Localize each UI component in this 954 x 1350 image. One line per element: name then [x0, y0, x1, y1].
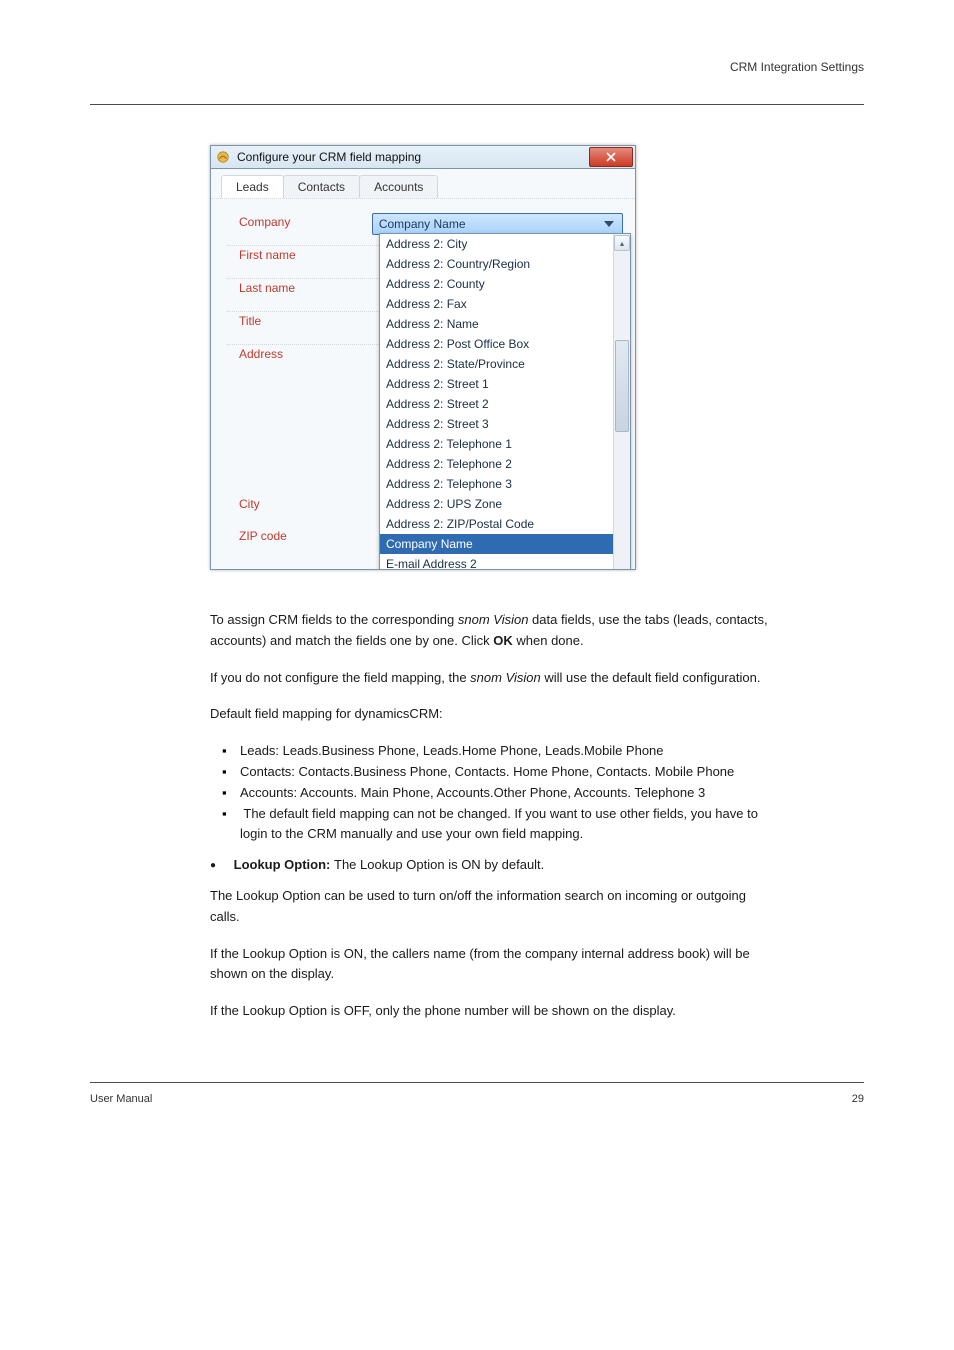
lookup-bullet: Lookup Option: The Lookup Option is ON b…	[210, 855, 770, 876]
dialog-body: Leads Contacts Accounts Company Company …	[210, 169, 636, 570]
doc-prose: To assign CRM fields to the correspondin…	[210, 610, 770, 1022]
dropdown-item[interactable]: Address 2: Name	[380, 314, 613, 334]
scroll-track	[615, 252, 629, 570]
company-combobox-value: Company Name	[379, 217, 466, 231]
dropdown-item[interactable]: Address 2: County	[380, 274, 613, 294]
text: The Lookup Option is ON by default.	[334, 857, 544, 872]
chevron-down-icon	[602, 217, 616, 231]
text: login to the CRM manually and use your o…	[226, 824, 583, 845]
dropdown-item[interactable]: Address 2: ZIP/Postal Code	[380, 514, 613, 534]
dropdown-item[interactable]: Address 2: Fax	[380, 294, 613, 314]
dropdown-item[interactable]: Address 2: Street 3	[380, 414, 613, 434]
dropdown-list[interactable]: Address 2: CityAddress 2: Country/Region…	[380, 234, 613, 570]
list-item: Leads: Leads.Business Phone, Leads.Home …	[226, 741, 770, 762]
text: when done.	[513, 633, 584, 648]
prose-after2: If the Lookup Option is ON, the callers …	[210, 944, 770, 986]
close-icon	[606, 152, 616, 162]
list-item: Contacts: Contacts.Business Phone, Conta…	[226, 762, 770, 783]
list-item: Accounts: Accounts. Main Phone, Accounts…	[226, 783, 770, 804]
dropdown-item[interactable]: E-mail Address 2	[380, 554, 613, 570]
text: To assign CRM fields to the correspondin…	[210, 612, 458, 627]
page-footer: User Manual 29	[90, 1082, 864, 1105]
default-mapping-list: Leads: Leads.Business Phone, Leads.Home …	[210, 741, 770, 845]
close-button[interactable]	[589, 147, 633, 167]
text: snom Vision	[470, 670, 541, 685]
footer-right: 29	[852, 1093, 864, 1105]
prose-p3: Default field mapping for dynamicsCRM:	[210, 704, 770, 725]
footer-left: User Manual	[90, 1093, 152, 1105]
label-lastname: Last name	[239, 279, 379, 295]
dialog-title: Configure your CRM field mapping	[235, 150, 589, 164]
dropdown-item[interactable]: Address 2: State/Province	[380, 354, 613, 374]
prose-p2: If you do not configure the field mappin…	[210, 668, 770, 689]
form-area: Company Company Name First name Last nam…	[211, 199, 635, 567]
company-combobox[interactable]: Company Name	[372, 213, 623, 235]
label-title: Title	[239, 312, 379, 328]
dropdown-item[interactable]: Address 2: UPS Zone	[380, 494, 613, 514]
dropdown-item[interactable]: Address 2: Telephone 1	[380, 434, 613, 454]
dropdown-item[interactable]: Address 2: City	[380, 234, 613, 254]
app-icon	[215, 149, 231, 165]
text: The default field mapping can not be cha…	[243, 806, 758, 821]
dropdown-item[interactable]: Address 2: Telephone 3	[380, 474, 613, 494]
label-zipcode: ZIP code	[239, 527, 379, 543]
dropdown-item[interactable]: Company Name	[380, 534, 613, 554]
dropdown-scrollbar[interactable]: ▴ ▾	[613, 234, 630, 570]
dropdown-item[interactable]: Address 2: Telephone 2	[380, 454, 613, 474]
tabs: Leads Contacts Accounts	[211, 169, 635, 199]
label-address: Address	[239, 345, 379, 361]
text: will use the default field configuration…	[541, 670, 761, 685]
text: snom Vision	[458, 612, 529, 627]
company-dropdown: Address 2: CityAddress 2: Country/Region…	[379, 233, 631, 570]
list-item: The default field mapping can not be cha…	[226, 804, 770, 846]
list-item: Lookup Option: The Lookup Option is ON b…	[210, 855, 770, 876]
scroll-up-button[interactable]: ▴	[614, 235, 630, 251]
label-city: City	[239, 495, 379, 511]
dropdown-item[interactable]: Address 2: Country/Region	[380, 254, 613, 274]
label-firstname: First name	[239, 246, 379, 262]
text: OK	[493, 633, 513, 648]
label-company: Company	[239, 213, 372, 229]
dialog-titlebar: Configure your CRM field mapping	[210, 145, 636, 169]
dropdown-item[interactable]: Address 2: Street 2	[380, 394, 613, 414]
dropdown-item[interactable]: Address 2: Street 1	[380, 374, 613, 394]
header-rule	[90, 104, 864, 105]
prose-p1: To assign CRM fields to the correspondin…	[210, 610, 770, 652]
tab-accounts[interactable]: Accounts	[359, 175, 438, 198]
text: If you do not configure the field mappin…	[210, 670, 470, 685]
prose-after1: The Lookup Option can be used to turn on…	[210, 886, 770, 928]
prose-after3: If the Lookup Option is OFF, only the ph…	[210, 1001, 770, 1022]
tab-leads[interactable]: Leads	[221, 175, 284, 198]
header-right: CRM Integration Settings	[90, 60, 864, 74]
tab-contacts[interactable]: Contacts	[283, 175, 360, 198]
scroll-thumb[interactable]	[615, 340, 629, 432]
dialog-configure-mapping: Configure your CRM field mapping Leads C…	[210, 145, 636, 570]
dropdown-item[interactable]: Address 2: Post Office Box	[380, 334, 613, 354]
text: Lookup Option:	[234, 857, 334, 872]
